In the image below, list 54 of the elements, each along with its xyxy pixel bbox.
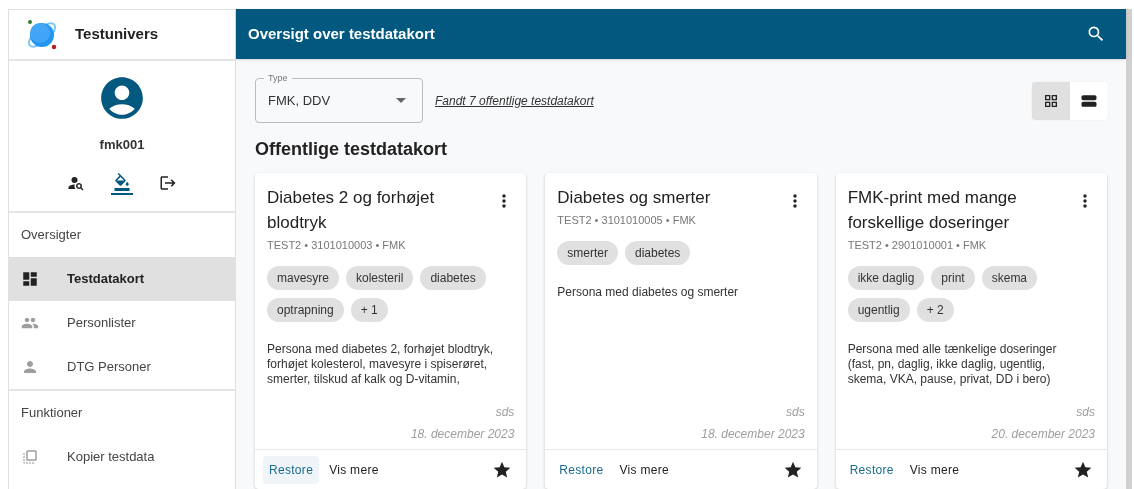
- select-label: Type: [264, 72, 292, 84]
- card-title: Diabetes og smerter: [557, 187, 712, 209]
- card-description: Persona med diabetes 2, forhøjet blodtryk, forhøjet kolesterol, mavesyre i spiserøret, smerter, tilskud af kalk og D-vitamin,: [267, 341, 495, 387]
- tag-chip: + 2: [916, 297, 954, 322]
- tag-chip: + 1: [350, 297, 388, 322]
- card-date: 20. december 2023: [991, 426, 1095, 443]
- tag-chip: skema: [981, 265, 1038, 290]
- nav-item[interactable]: Testdatakort: [9, 256, 235, 301]
- tag-chip: print: [931, 265, 975, 290]
- app-name: Testunivers: [75, 24, 159, 45]
- restore-button[interactable]: Restore: [553, 455, 610, 484]
- card-date: 18. december 2023: [410, 426, 515, 443]
- grid-view-icon: [1043, 92, 1059, 109]
- restore-button[interactable]: Restore: [843, 455, 900, 484]
- card-subtitle: TEST2 • 3101010003 • FMK: [267, 238, 407, 253]
- nav-item[interactable]: DTG Personer: [9, 344, 235, 389]
- section-heading: Oversigter: [20, 225, 82, 244]
- show-more-button[interactable]: Vis mere: [903, 455, 966, 484]
- dropdown-arrow-icon: [396, 98, 406, 103]
- show-more-button[interactable]: Vis mere: [613, 455, 675, 484]
- nav-item[interactable]: Personlister: [9, 300, 235, 345]
- tag-chip: kolesteril: [346, 265, 414, 290]
- tag-chip: smerter: [557, 240, 618, 265]
- card-subtitle: TEST2 • 3101010005 • FMK: [557, 213, 697, 228]
- grid-view-button[interactable]: [1032, 81, 1070, 120]
- card-title: Diabetes 2 og forhøjet blodtryk: [267, 187, 436, 234]
- result-count-link[interactable]: Fandt 7 offentlige testdatakort: [435, 91, 594, 110]
- tag-chip: ikke daglig: [847, 265, 925, 290]
- section-title: Offentlige testdatakort: [255, 138, 449, 161]
- tag-chip: mavesyre: [267, 265, 339, 290]
- show-more-button[interactable]: Vis mere: [323, 455, 385, 484]
- card-description: Persona med alle tænkelige doseringer (fast, pn, daglig, ikke daglig, ugentlig, skema, VKA, pause, privat, DD i bero): [847, 341, 1058, 387]
- page-title: Oversigt over testdatakort: [248, 23, 435, 44]
- planet-logo-icon: [25, 17, 59, 52]
- dashboard-icon: [21, 269, 39, 288]
- card-description: Persona med diabetes og smerter: [557, 284, 740, 300]
- tag-chip: diabetes: [420, 265, 486, 290]
- card-title: FMK-print med mange forskellige doseringer: [847, 187, 1018, 234]
- section-heading: Funktioner: [20, 403, 84, 422]
- nav-item[interactable]: Kopier testdata: [9, 434, 235, 479]
- paint-bucket-button[interactable]: [111, 170, 133, 195]
- copy-icon: [21, 447, 39, 466]
- tag-chip: ugentlig: [847, 297, 910, 322]
- tag-chip: optrapning: [267, 297, 344, 322]
- card-subtitle: TEST2 • 2901010001 • FMK: [847, 238, 988, 253]
- card-author: sds: [1076, 404, 1095, 421]
- restore-button[interactable]: Restore: [263, 455, 320, 484]
- card-author: sds: [785, 404, 805, 421]
- tag-chip: diabetes: [625, 240, 691, 265]
- card-date: 18. december 2023: [701, 426, 805, 443]
- username: fmk001: [99, 136, 145, 154]
- card-author: sds: [495, 404, 515, 421]
- search-icon[interactable]: [1086, 24, 1106, 44]
- list-view-button[interactable]: [1070, 81, 1108, 120]
